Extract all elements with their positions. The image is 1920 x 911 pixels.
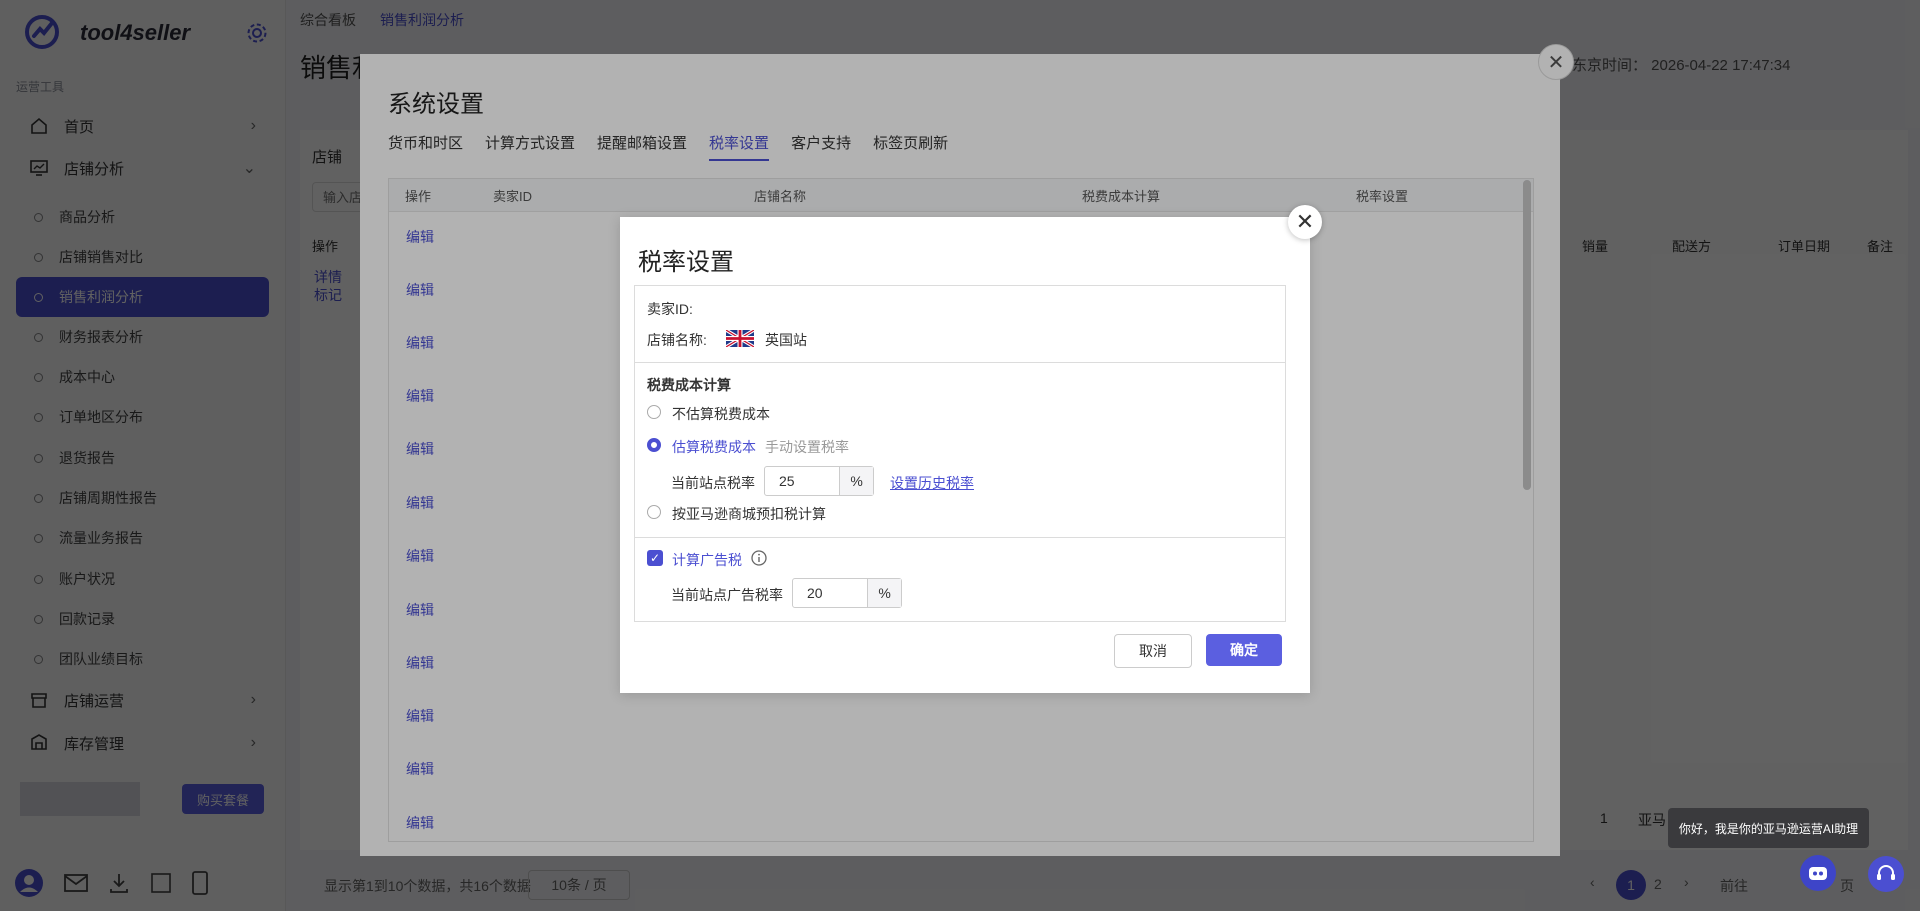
radio-estimate[interactable]: [647, 438, 661, 452]
shop-info-box: [634, 285, 1286, 363]
manual-rate-hint: 手动设置税率: [765, 439, 849, 455]
ad-rate-input[interactable]: 20 %: [792, 578, 902, 608]
current-rate-label: 当前站点税率: [671, 475, 755, 491]
current-rate-value[interactable]: 25: [765, 467, 841, 495]
uk-flag-icon: [725, 328, 755, 349]
confirm-button[interactable]: 确定: [1206, 634, 1282, 666]
radio-amazon-withholding-label[interactable]: 按亚马逊商城预扣税计算: [672, 504, 826, 524]
seller-id-label: 卖家ID:: [647, 301, 693, 317]
current-rate-input[interactable]: 25 %: [764, 466, 874, 496]
radio-no-estimate-label[interactable]: 不估算税费成本: [672, 404, 770, 424]
percent-unit: %: [868, 579, 901, 607]
shop-name: 英国站: [765, 332, 807, 348]
tax-modal-title: 税率设置: [638, 249, 734, 276]
shop-name-label: 店铺名称:: [647, 332, 707, 348]
close-icon[interactable]: ✕: [1288, 205, 1322, 239]
ad-tax-label[interactable]: 计算广告税: [672, 550, 742, 570]
info-icon[interactable]: [751, 550, 767, 566]
ad-tax-checkbox[interactable]: ✓: [647, 550, 663, 566]
radio-no-estimate[interactable]: [647, 405, 661, 419]
percent-unit: %: [840, 467, 873, 495]
history-rate-link[interactable]: 设置历史税率: [890, 473, 974, 493]
headset-icon[interactable]: [1868, 856, 1904, 892]
ai-assistant-icon[interactable]: [1800, 855, 1836, 891]
cancel-button[interactable]: 取消: [1114, 634, 1192, 668]
radio-estimate-label[interactable]: 估算税费成本: [672, 437, 756, 457]
assistant-tooltip: 你好，我是你的亚马逊运营AI助理: [1668, 808, 1869, 848]
ad-rate-label: 当前站点广告税率: [671, 587, 783, 603]
radio-amazon-withholding[interactable]: [647, 505, 661, 519]
ad-rate-value[interactable]: 20: [793, 579, 869, 607]
tax-cost-section-title: 税费成本计算: [647, 377, 731, 393]
